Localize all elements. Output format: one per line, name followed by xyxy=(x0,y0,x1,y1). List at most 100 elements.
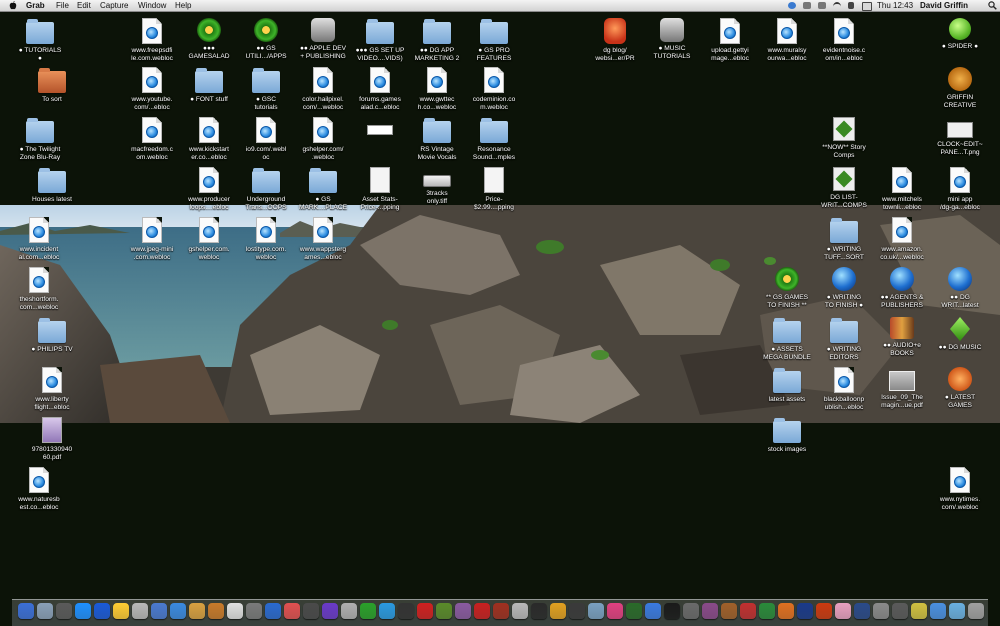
desktop-icon[interactable]: ●● DG MUSIC xyxy=(930,317,990,352)
dock-app-icon[interactable] xyxy=(37,603,53,619)
desktop-icon[interactable]: macfreedom.c om.webloc xyxy=(122,117,182,162)
dock-app-icon[interactable] xyxy=(854,603,870,619)
desktop-icon[interactable]: ● GS MARK....PLACE xyxy=(293,167,353,212)
desktop-icon[interactable]: 3tracks only.tiff xyxy=(407,167,467,206)
dock-app-icon[interactable] xyxy=(512,603,528,619)
menu-clock[interactable]: Thu 12:43 xyxy=(877,0,913,11)
desktop-icon[interactable]: mini app /dg-ga...ebloc xyxy=(930,167,990,212)
dock-app-icon[interactable] xyxy=(531,603,547,619)
dock-app-icon[interactable] xyxy=(170,603,186,619)
desktop-icon[interactable]: 97801330940 60.pdf xyxy=(22,417,82,462)
dock-app-icon[interactable] xyxy=(227,603,243,619)
dock-app-icon[interactable] xyxy=(417,603,433,619)
desktop-icon[interactable]: www.nytimes. com/.webloc xyxy=(930,467,990,512)
dock-app-icon[interactable] xyxy=(493,603,509,619)
dock-app-icon[interactable] xyxy=(968,603,984,619)
desktop-icon[interactable]: latest assets xyxy=(757,367,817,404)
globe-status-icon[interactable] xyxy=(788,2,796,9)
desktop-icon[interactable]: Resonance Sound...mples xyxy=(464,117,524,162)
desktop-icon[interactable] xyxy=(350,117,410,135)
desktop-icon[interactable]: ●● APPLE DEV + PUBLISHING xyxy=(293,18,353,61)
dock-app-icon[interactable] xyxy=(113,603,129,619)
desktop-icon[interactable]: www.jpeg-mini .com.webloc xyxy=(122,217,182,262)
dock-app-icon[interactable] xyxy=(626,603,642,619)
desktop-icon[interactable]: lostitype.com. webloc xyxy=(236,217,296,262)
desktop-icon[interactable]: To sort xyxy=(22,67,82,104)
desktop-icon[interactable]: ● The Twilight Zone Blu-Ray xyxy=(10,117,70,162)
dock-app-icon[interactable] xyxy=(132,603,148,619)
desktop-icon[interactable]: ● TUTORIALS ● xyxy=(10,18,70,63)
dock-app-icon[interactable] xyxy=(683,603,699,619)
desktop-icon[interactable]: color.hailpixel. com/...webloc xyxy=(293,67,353,112)
dock-app-icon[interactable] xyxy=(18,603,34,619)
dock-app-icon[interactable] xyxy=(208,603,224,619)
desktop-icon[interactable]: **NOW** Story Comps xyxy=(814,117,874,160)
dock-app-icon[interactable] xyxy=(702,603,718,619)
menu-user[interactable]: David Griffin xyxy=(920,0,968,11)
dock-app-icon[interactable] xyxy=(56,603,72,619)
dock-app-icon[interactable] xyxy=(892,603,908,619)
desktop-icon[interactable]: Price- $2.99....pping xyxy=(464,167,524,212)
desktop-icon[interactable]: ● PHILIPS TV xyxy=(22,317,82,354)
desktop-icon[interactable]: www.mitchels townli...ebloc xyxy=(872,167,932,212)
desktop-icon[interactable]: www.naturesb est.co...ebloc xyxy=(9,467,69,512)
desktop-icon[interactable]: evidentnoise.c om/in...ebloc xyxy=(814,18,874,63)
desktop-icon[interactable]: www.producer loops....ebloc xyxy=(179,167,239,212)
desktop-icon[interactable]: ● WRITING TO FINISH ● xyxy=(814,267,874,310)
dock-app-icon[interactable] xyxy=(721,603,737,619)
desktop-icon[interactable]: ●● GS UTILI.../APPS xyxy=(236,18,296,61)
desktop-icon[interactable]: GRIFFIN CREATIVE xyxy=(930,67,990,110)
battery-status-icon[interactable] xyxy=(862,2,872,11)
dock-app-icon[interactable] xyxy=(151,603,167,619)
dock-app-icon[interactable] xyxy=(664,603,680,619)
desktop-icon[interactable]: gshelper.com/ .webloc xyxy=(293,117,353,162)
desktop-icon[interactable]: codeminion.co m.webloc xyxy=(464,67,524,112)
dock-app-icon[interactable] xyxy=(265,603,281,619)
dock-app-icon[interactable] xyxy=(816,603,832,619)
desktop-icon[interactable]: dg blog/ websi...er/PR xyxy=(585,18,645,63)
dock-app-icon[interactable] xyxy=(455,603,471,619)
desktop-icon[interactable]: ** GS GAMES TO FINISH ** xyxy=(757,267,817,310)
desktop-icon[interactable]: www.wappsterg ames...ebloc xyxy=(293,217,353,262)
dock-app-icon[interactable] xyxy=(436,603,452,619)
desktop-icon[interactable]: ● WRITING EDITORS xyxy=(814,317,874,362)
dock-app-icon[interactable] xyxy=(740,603,756,619)
dock-app-icon[interactable] xyxy=(949,603,965,619)
menu-capture[interactable]: Capture xyxy=(100,0,128,11)
menu-window[interactable]: Window xyxy=(138,0,166,11)
spotlight-search-icon[interactable] xyxy=(988,1,997,10)
desktop-icon[interactable]: www.amazon. co.uk/...webloc xyxy=(872,217,932,262)
bluetooth-status-icon[interactable] xyxy=(818,2,826,9)
dock-app-icon[interactable] xyxy=(75,603,91,619)
desktop-icon[interactable]: ● MUSIC TUTORIALS xyxy=(642,18,702,61)
desktop-icon[interactable]: forums.games alad.c...ebloc xyxy=(350,67,410,112)
desktop-icon[interactable]: www.gwttec h.co...webloc xyxy=(407,67,467,112)
dock-app-icon[interactable] xyxy=(550,603,566,619)
desktop-icon[interactable]: ●● DG APP MARKETING 2 xyxy=(407,18,467,63)
dock-app-icon[interactable] xyxy=(835,603,851,619)
apple-menu-icon[interactable] xyxy=(9,1,17,10)
dock-app-icon[interactable] xyxy=(379,603,395,619)
dock-app-icon[interactable] xyxy=(94,603,110,619)
desktop-icon[interactable]: ● SPIDER ● xyxy=(930,18,990,51)
dock-app-icon[interactable] xyxy=(873,603,889,619)
dock-app-icon[interactable] xyxy=(341,603,357,619)
dock-app-icon[interactable] xyxy=(645,603,661,619)
dock-app-icon[interactable] xyxy=(322,603,338,619)
desktop-icon[interactable]: upload.gettyi mage...ebloc xyxy=(700,18,760,63)
dock-app-icon[interactable] xyxy=(474,603,490,619)
desktop-icon[interactable]: www.incident al.com...ebloc xyxy=(9,217,69,262)
dock-app-icon[interactable] xyxy=(569,603,585,619)
menu-help[interactable]: Help xyxy=(175,0,191,11)
desktop-icon[interactable]: Houses latest xyxy=(22,167,82,204)
desktop-icon[interactable]: gshelper.com. webloc xyxy=(179,217,239,262)
desktop-icon[interactable]: ●● AUDIO+e BOOKS xyxy=(872,317,932,358)
desktop-icon[interactable]: ● LATEST GAMES xyxy=(930,367,990,410)
desktop-icon[interactable]: Asset Stats- Price-...pping xyxy=(350,167,410,212)
desktop-icon[interactable]: Underground Trans...OOPS xyxy=(236,167,296,212)
desktop-icon[interactable]: ● GSC tutorials xyxy=(236,67,296,112)
desktop-icon[interactable]: www.liberty flight...ebloc xyxy=(22,367,82,412)
desktop-icon[interactable]: ● FONT stuff xyxy=(179,67,239,104)
desktop-icon[interactable]: io9.com/.webl oc xyxy=(236,117,296,162)
desktop-icon[interactable]: www.youtube. com/...ebloc xyxy=(122,67,182,112)
